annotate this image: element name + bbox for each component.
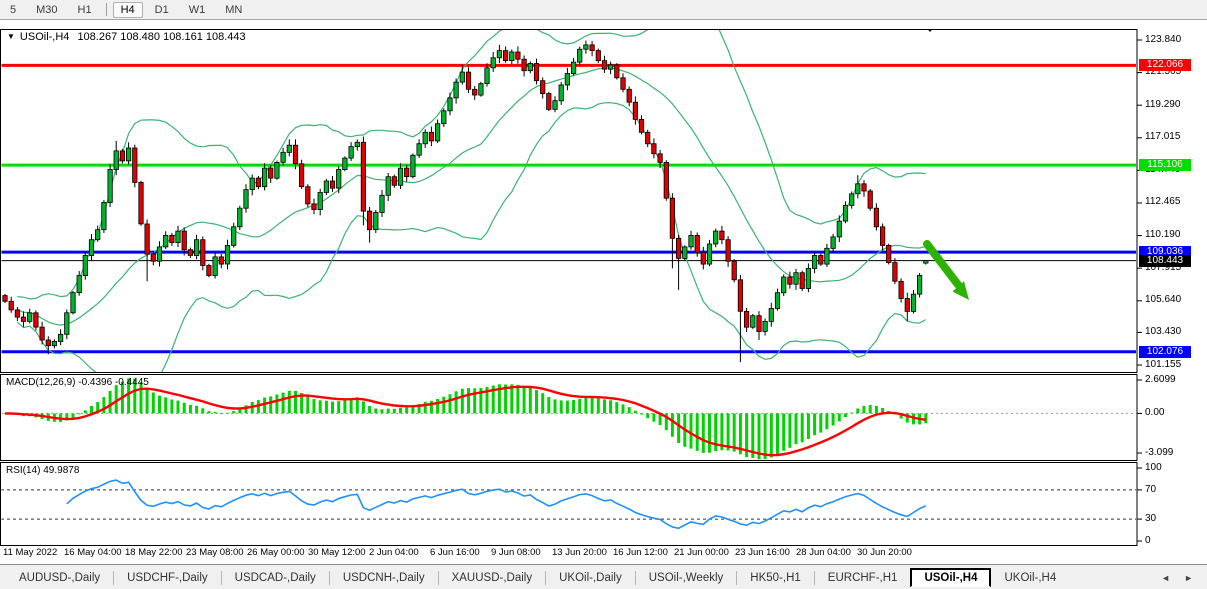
- macd-axis-tick: 2.6099: [1145, 374, 1176, 385]
- symbol-dropdown-icon[interactable]: ▼: [7, 32, 15, 41]
- time-axis-label: 2 Jun 04:00: [369, 547, 419, 558]
- tab-usoil-weekly[interactable]: USOil-,Weekly: [636, 569, 737, 587]
- time-axis-label: 6 Jun 16:00: [430, 547, 480, 558]
- tab-hk50-h1[interactable]: HK50-,H1: [737, 569, 814, 587]
- price-axis-tick: 105.640: [1145, 294, 1181, 305]
- time-axis-label: 30 Jun 20:00: [857, 547, 912, 558]
- price-axis-tick: 103.430: [1145, 326, 1181, 337]
- rsi-axis-tick: 30: [1145, 513, 1156, 524]
- time-axis-label: 11 May 2022: [3, 547, 57, 558]
- timeframe-button-w1[interactable]: W1: [181, 2, 214, 18]
- trading-terminal-window: 5M30 H1 H4D1W1MN ▼ USOil-,H4 108.267 108.480…: [0, 0, 1207, 589]
- price-axis-tick: 117.015: [1145, 131, 1180, 142]
- tab-usdchf-daily[interactable]: USDCHF-,Daily: [114, 569, 221, 587]
- tab-xauusd-daily[interactable]: XAUUSD-,Daily: [439, 569, 546, 587]
- time-axis: 11 May 2022 16 May 04:0018 May 22:0023 Ma…: [0, 547, 1137, 562]
- tab-ukoil-daily[interactable]: UKOil-,Daily: [546, 569, 635, 587]
- time-axis-label: 13 Jun 20:00: [552, 547, 607, 558]
- timeframe-button-d1[interactable]: D1: [147, 2, 177, 18]
- timeframe-button-h4[interactable]: H4: [113, 2, 143, 18]
- price-level-label: 122.066: [1139, 59, 1191, 71]
- price-axis-tick: 123.840: [1145, 34, 1181, 45]
- price-axis: 123.840121.565119.290117.015114.740112.4…: [1138, 20, 1207, 565]
- timeframe-toolbar: 5M30 H1 H4D1W1MN: [0, 0, 1207, 20]
- chart-symbol-label: USOil-,H4: [20, 31, 70, 43]
- timeframe-button-h1[interactable]: H1: [70, 2, 100, 18]
- price-axis-tick: 101.155: [1145, 359, 1181, 370]
- tab-usoil-h4[interactable]: USOil-,H4: [910, 568, 991, 587]
- price-level-label: 108.443: [1139, 255, 1191, 267]
- tab-eurchf-h1[interactable]: EURCHF-,H1: [815, 569, 911, 587]
- time-axis-label: 30 May 12:00: [308, 547, 366, 558]
- timeframe-button-mn[interactable]: MN: [217, 2, 250, 18]
- time-axis-label: 16 May 04:00: [64, 547, 122, 558]
- time-axis-label: 18 May 22:00: [125, 547, 183, 558]
- tabbar-scroll-left-icon[interactable]: ◄: [1161, 573, 1170, 583]
- macd-axis-tick: -3.099: [1145, 447, 1173, 458]
- rsi-axis-tick: 100: [1145, 462, 1162, 473]
- price-axis-tick: 110.190: [1145, 229, 1180, 240]
- price-level-label: 102.076: [1139, 346, 1191, 358]
- rsi-axis-tick: 0: [1145, 535, 1151, 546]
- chart-title: ▼ USOil-,H4 108.267 108.480 108.161 108.44…: [7, 31, 246, 43]
- time-axis-label: 23 Jun 16:00: [735, 547, 790, 558]
- time-axis-label: 26 May 00:00: [247, 547, 305, 558]
- price-axis-tick: 119.290: [1145, 99, 1180, 110]
- rsi-axis-tick: 70: [1145, 484, 1156, 495]
- timeframe-button-m30[interactable]: M30: [28, 2, 65, 18]
- price-level-label: 115.106: [1139, 159, 1191, 171]
- tab-ukoil-h4[interactable]: UKOil-,H4: [991, 569, 1069, 587]
- tab-audusd-daily[interactable]: AUDUSD-,Daily: [6, 569, 113, 587]
- macd-indicator-label: MACD(12,26,9) -0.4396 -0.4445: [6, 377, 149, 388]
- macd-axis-tick: 0.00: [1145, 407, 1164, 418]
- toolbar-separator: [106, 3, 107, 16]
- time-axis-label: 16 Jun 12:00: [613, 547, 668, 558]
- time-axis-label: 21 Jun 00:00: [674, 547, 729, 558]
- tab-usdcad-daily[interactable]: USDCAD-,Daily: [222, 569, 329, 587]
- price-axis-tick: 112.465: [1145, 196, 1180, 207]
- tabbar-scroll-right-icon[interactable]: ►: [1184, 573, 1193, 583]
- symbol-tab-bar: AUDUSD-,DailyUSDCHF-,DailyUSDCAD-,DailyU…: [0, 564, 1207, 589]
- timeframe-button-5[interactable]: 5: [2, 2, 24, 18]
- price-chart-canvas[interactable]: [0, 0, 1207, 563]
- time-axis-label: 23 May 08:00: [186, 547, 244, 558]
- time-axis-label: 28 Jun 04:00: [796, 547, 851, 558]
- tab-usdcnh-daily[interactable]: USDCNH-,Daily: [330, 569, 438, 587]
- chart-ohlc-values: 108.267 108.480 108.161 108.443: [77, 31, 245, 43]
- rsi-indicator-label: RSI(14) 49.9878: [6, 465, 79, 476]
- time-axis-label: 9 Jun 08:00: [491, 547, 541, 558]
